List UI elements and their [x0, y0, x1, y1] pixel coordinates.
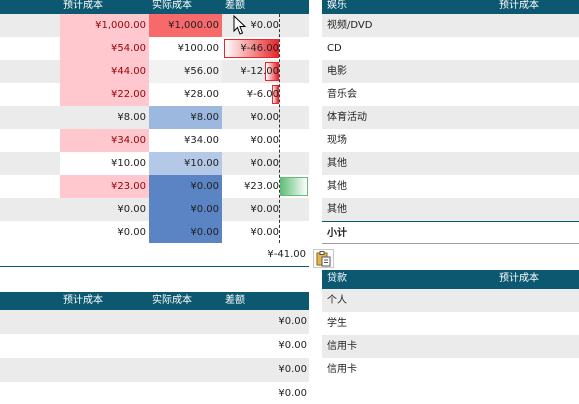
entertainment-item[interactable]: CD — [322, 37, 579, 60]
difference-cell[interactable]: ¥0.00 — [222, 358, 309, 381]
table-row: ¥8.00 ¥8.00 ¥0.00 — [0, 106, 309, 129]
planned-cost-cell[interactable]: ¥34.00 — [60, 129, 149, 152]
actual-cost-cell[interactable]: ¥34.00 — [149, 129, 222, 152]
subtotal-label[interactable]: 小计 — [322, 221, 579, 244]
actual-cost-cell[interactable]: ¥0.00 — [149, 221, 222, 244]
bottom-table-header: 预计成本 实际成本 差额 — [0, 292, 309, 310]
header-entertainment: 娱乐 — [327, 0, 347, 11]
total-row: ¥-41.00 — [0, 243, 309, 267]
planned-cost-cell[interactable]: ¥44.00 — [60, 60, 149, 83]
table-row: ¥0.00 ¥0.00 ¥0.00 — [0, 221, 309, 244]
planned-cost-cell[interactable]: ¥23.00 — [60, 175, 149, 198]
table-row: ¥1,000.00 ¥1,000.00 ¥0.00 — [0, 14, 309, 37]
header-difference: 差额 — [225, 0, 245, 11]
header-planned-cost-right: 预计成本 — [499, 0, 539, 11]
table-row: ¥22.00 ¥28.00 ¥-6.00 — [0, 83, 309, 106]
actual-cost-cell[interactable]: ¥28.00 — [149, 83, 222, 106]
table-row: ¥0.00 — [0, 310, 309, 334]
table-row: ¥0.00 — [0, 358, 309, 382]
table-row: ¥23.00 ¥0.00 ¥23.00 — [0, 175, 309, 198]
table-row: ¥54.00 ¥100.00 ¥-46.00 — [0, 37, 309, 60]
difference-cell[interactable]: ¥0.00 — [222, 310, 309, 333]
difference-cell[interactable]: ¥0.00 — [222, 129, 281, 152]
difference-cell[interactable]: ¥23.00 — [222, 175, 281, 198]
planned-cost-cell[interactable]: ¥1,000.00 — [60, 14, 149, 37]
table-row: ¥0.00 ¥0.00 ¥0.00 — [0, 198, 309, 221]
loan-item[interactable]: 信用卡 — [322, 335, 579, 358]
actual-cost-cell[interactable]: ¥56.00 — [149, 60, 222, 83]
total-value: ¥-41.00 — [267, 249, 306, 260]
entertainment-item[interactable]: 其他 — [322, 152, 579, 175]
table-row: ¥0.00 — [0, 334, 309, 358]
planned-cost-cell[interactable]: ¥0.00 — [60, 198, 149, 221]
entertainment-item[interactable]: 体育活动 — [322, 106, 579, 129]
loans-table-header: 贷款 预计成本 — [322, 270, 579, 289]
table-row: ¥44.00 ¥56.00 ¥-12.00 — [0, 60, 309, 83]
header-loans: 贷款 — [327, 273, 347, 284]
actual-cost-cell[interactable]: ¥0.00 — [149, 198, 222, 221]
loan-item[interactable]: 个人 — [322, 289, 579, 312]
loan-item[interactable]: 学生 — [322, 312, 579, 335]
positive-diff-bar — [280, 177, 308, 196]
header-planned-cost: 预计成本 — [63, 0, 103, 11]
header-actual-cost-bottom: 实际成本 — [152, 295, 192, 306]
actual-cost-cell[interactable]: ¥10.00 — [149, 152, 222, 175]
top-table-header: 预计成本 实际成本 差额 — [0, 0, 309, 14]
planned-cost-cell[interactable]: ¥10.00 — [60, 152, 149, 175]
planned-cost-cell[interactable]: ¥0.00 — [60, 221, 149, 244]
entertainment-item[interactable]: 电影 — [322, 60, 579, 83]
header-actual-cost: 实际成本 — [152, 0, 192, 11]
difference-cell[interactable]: ¥0.00 — [222, 106, 281, 129]
actual-cost-cell[interactable]: ¥0.00 — [149, 175, 222, 198]
actual-cost-cell[interactable]: ¥1,000.00 — [149, 14, 222, 37]
actual-cost-cell[interactable]: ¥100.00 — [149, 37, 222, 60]
entertainment-item[interactable]: 其他 — [322, 198, 579, 221]
header-difference-bottom: 差额 — [225, 295, 245, 306]
header-planned-cost-loans: 预计成本 — [499, 273, 539, 284]
table-row: ¥34.00 ¥34.00 ¥0.00 — [0, 129, 309, 152]
header-planned-cost-bottom: 预计成本 — [63, 295, 103, 306]
difference-cell[interactable]: ¥0.00 — [222, 221, 281, 244]
paste-options-icon[interactable] — [313, 249, 334, 268]
planned-cost-cell[interactable]: ¥54.00 — [60, 37, 149, 60]
difference-cell[interactable]: ¥0.00 — [222, 382, 309, 404]
entertainment-item[interactable]: 现场 — [322, 129, 579, 152]
table-row: ¥10.00 ¥10.00 ¥0.00 — [0, 152, 309, 175]
entertainment-item[interactable]: 其他 — [322, 175, 579, 198]
planned-cost-cell[interactable]: ¥22.00 — [60, 83, 149, 106]
difference-cell[interactable]: ¥-12.00 — [222, 60, 281, 83]
planned-cost-cell[interactable]: ¥8.00 — [60, 106, 149, 129]
entertainment-table-header: 娱乐 预计成本 — [322, 0, 579, 14]
entertainment-item[interactable]: 视频/DVD — [322, 14, 579, 37]
difference-cell[interactable]: ¥0.00 — [222, 152, 281, 175]
difference-cell[interactable]: ¥0.00 — [222, 14, 281, 37]
difference-cell[interactable]: ¥-46.00 — [222, 37, 281, 60]
difference-cell[interactable]: ¥-6.00 — [222, 83, 281, 106]
difference-cell[interactable]: ¥0.00 — [222, 198, 281, 221]
entertainment-item[interactable]: 音乐会 — [322, 83, 579, 106]
actual-cost-cell[interactable]: ¥8.00 — [149, 106, 222, 129]
loan-item[interactable]: 信用卡 — [322, 358, 579, 381]
table-row: ¥0.00 — [0, 382, 309, 404]
difference-cell[interactable]: ¥0.00 — [222, 334, 309, 357]
